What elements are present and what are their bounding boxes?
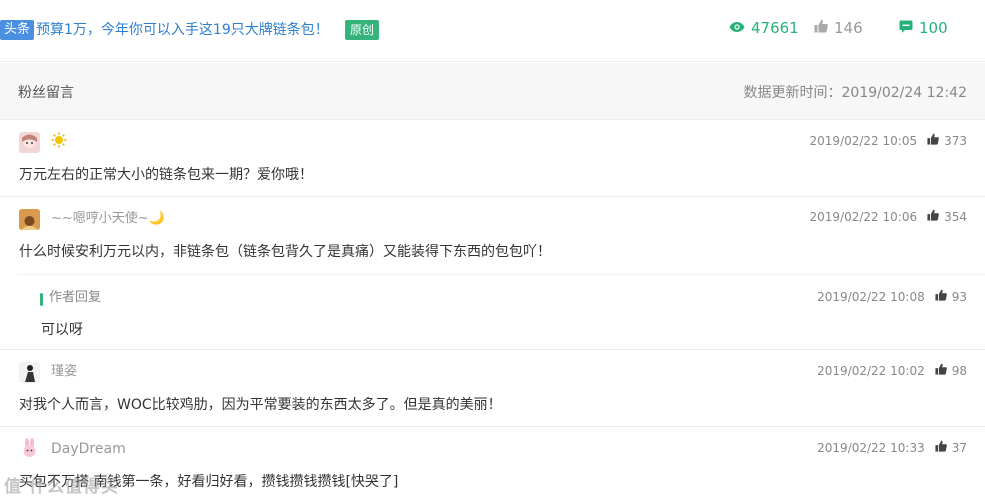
site-watermark: 值 什么值得买 xyxy=(4,477,119,497)
author-reply: 作者回复 2019/02/22 10:08 93 可以呀 xyxy=(18,274,985,350)
sun-badge-icon xyxy=(51,132,67,155)
original-tag: 原创 xyxy=(345,20,380,40)
comment-meta: 2019/02/22 10:02 98 xyxy=(817,362,967,380)
comment-time: 2019/02/22 10:33 xyxy=(817,441,925,455)
views-stat: 47661 xyxy=(729,17,799,39)
likes-count: 146 xyxy=(834,19,863,37)
comment-nickname[interactable]: 瑾姿 xyxy=(51,362,77,382)
section-title: 粉丝留言 xyxy=(18,85,74,101)
comment-nickname[interactable]: ~~嗯哼小天使~🌙 xyxy=(51,209,165,229)
comment-likes: 98 xyxy=(951,364,967,378)
comment-likes: 354 xyxy=(944,210,967,224)
thumbs-up-icon[interactable] xyxy=(927,208,939,226)
comment-item: 2019/02/22 10:05 373 万元左右的正常大小的链条包来一期？爱你… xyxy=(0,121,985,197)
article-title-link[interactable]: 预算1万，今年你可以入手这19只大牌链条包！ xyxy=(36,19,329,41)
comment-item: 瑾姿 2019/02/22 10:02 98 对我个人而言，WOC比较鸡肋，因为… xyxy=(0,351,985,427)
thumbs-up-icon xyxy=(814,19,828,37)
reply-marker xyxy=(40,293,43,306)
comment-item: DayDream 2019/02/22 10:33 37 买包不万搭 南钱第一条… xyxy=(0,428,985,501)
reply-text: 可以呀 xyxy=(41,322,83,338)
comment-text: 对我个人而言，WOC比较鸡肋，因为平常要装的东西太多了。但是真的美丽！ xyxy=(19,397,502,413)
comment-text: 什么时候安利万元以内，非链条包（链条包背久了是真痛）又能装得下东西的包包吖！ xyxy=(19,244,551,260)
thumbs-up-icon[interactable] xyxy=(927,132,939,150)
comments-count: 100 xyxy=(919,19,948,37)
avatar xyxy=(19,132,40,153)
reply-time: 2019/02/22 10:08 xyxy=(817,290,925,304)
likes-stat: 146 xyxy=(814,17,863,39)
comment-time: 2019/02/22 10:06 xyxy=(809,210,918,224)
comment-meta: 2019/02/22 10:06 354 xyxy=(810,208,967,226)
comment-meta: 2019/02/22 10:33 37 xyxy=(817,439,967,457)
comment-icon xyxy=(899,19,913,37)
data-update-time: 数据更新时间：2019/02/24 12:42 xyxy=(743,85,968,101)
reply-likes: 93 xyxy=(951,290,967,304)
eye-icon xyxy=(729,19,745,37)
views-count: 47661 xyxy=(751,19,799,37)
author-reply-label: 作者回复 xyxy=(49,290,102,305)
comment-time: 2019/02/22 10:02 xyxy=(817,364,925,378)
avatar xyxy=(19,438,40,459)
thumbs-up-icon[interactable] xyxy=(935,288,947,306)
avatar xyxy=(19,362,40,383)
headline-tag: 头条 xyxy=(0,20,35,40)
reply-meta: 2019/02/22 10:08 93 xyxy=(817,288,967,306)
comments-stat: 100 xyxy=(899,17,948,39)
comment-likes: 37 xyxy=(951,441,967,455)
thumbs-up-icon[interactable] xyxy=(935,439,947,457)
comment-nickname[interactable]: DayDream xyxy=(51,439,126,459)
comment-meta: 2019/02/22 10:05 373 xyxy=(810,132,967,150)
avatar xyxy=(19,209,40,230)
article-header: 头条 预算1万，今年你可以入手这19只大牌链条包！ 原创 47661 146 1… xyxy=(0,0,985,62)
comment-likes: 373 xyxy=(944,134,967,148)
fan-comments-header: 粉丝留言 数据更新时间：2019/02/24 12:42 xyxy=(0,63,985,120)
comment-text: 万元左右的正常大小的链条包来一期？爱你哦！ xyxy=(19,167,313,183)
comment-item: ~~嗯哼小天使~🌙 2019/02/22 10:06 354 什么时候安利万元以… xyxy=(0,198,985,350)
comment-time: 2019/02/22 10:05 xyxy=(809,134,918,148)
thumbs-up-icon[interactable] xyxy=(935,362,947,380)
